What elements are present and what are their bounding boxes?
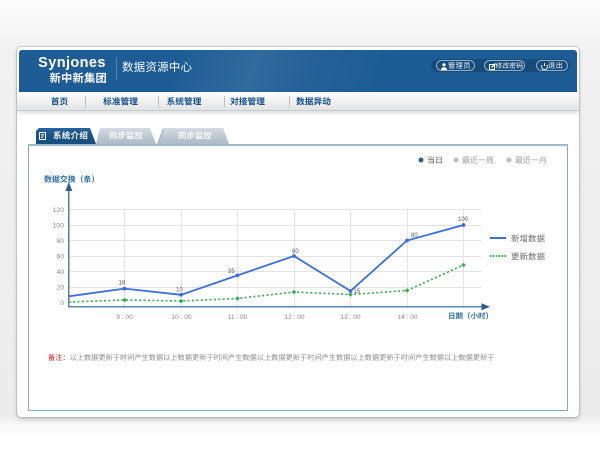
- svg-text:12 : 00: 12 : 00: [284, 314, 304, 321]
- svg-text:60: 60: [292, 249, 299, 255]
- svg-text:35: 35: [228, 269, 235, 275]
- svg-text:10 : 00: 10 : 00: [171, 314, 191, 321]
- svg-text:100: 100: [53, 223, 65, 230]
- svg-text:20: 20: [56, 285, 64, 292]
- svg-text:100: 100: [458, 217, 469, 223]
- svg-text:15: 15: [354, 289, 361, 295]
- svg-text:0: 0: [60, 300, 64, 307]
- svg-text:18: 18: [119, 281, 126, 287]
- svg-text:11 : 00: 11 : 00: [228, 314, 248, 321]
- svg-text:14 : 00: 14 : 00: [397, 314, 417, 321]
- svg-text:80: 80: [56, 238, 64, 245]
- svg-text:40: 40: [56, 269, 64, 276]
- svg-text:80: 80: [411, 233, 418, 239]
- svg-text:9 : 00: 9 : 00: [116, 314, 133, 321]
- svg-text:13 : 00: 13 : 00: [340, 314, 360, 321]
- svg-text:120: 120: [53, 207, 65, 214]
- svg-text:10: 10: [176, 288, 183, 294]
- svg-text:60: 60: [56, 254, 64, 261]
